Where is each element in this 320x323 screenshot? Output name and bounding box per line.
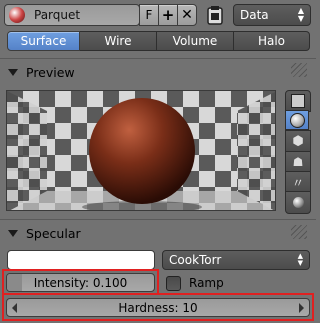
preview-hair-button[interactable]: 〃 bbox=[285, 171, 311, 193]
tab-halo-label: Halo bbox=[257, 34, 286, 48]
tab-volume[interactable]: Volume bbox=[157, 31, 234, 51]
tab-volume-label: Volume bbox=[172, 34, 218, 48]
plus-icon: + bbox=[161, 6, 175, 24]
hardness-field[interactable]: Hardness: 10 bbox=[6, 298, 310, 317]
material-properties-panel: { "header": { "material_name": "Parquet"… bbox=[0, 0, 316, 323]
collapse-triangle-icon bbox=[8, 229, 18, 237]
decrement-arrow-icon[interactable] bbox=[12, 302, 17, 313]
tab-wire[interactable]: Wire bbox=[80, 31, 157, 51]
material-name: Parquet bbox=[34, 8, 81, 22]
data-dropdown[interactable]: Data ▲ ▼ bbox=[233, 4, 311, 26]
intensity-label: Intensity: 0.100 bbox=[33, 275, 128, 290]
preview-sphere-button[interactable] bbox=[285, 110, 309, 130]
tab-wire-label: Wire bbox=[104, 34, 132, 48]
ramp-checkbox[interactable] bbox=[166, 275, 181, 291]
preview-monkey-button[interactable]: ☗ bbox=[285, 151, 311, 173]
paste-material-button[interactable] bbox=[204, 4, 226, 26]
updown-arrows-icon: ▲ ▼ bbox=[297, 6, 304, 23]
updown-arrows-icon: ▲ ▼ bbox=[297, 252, 303, 267]
tab-surface[interactable]: Surface bbox=[7, 31, 80, 51]
specular-panel-header[interactable]: Specular bbox=[8, 224, 308, 242]
material-sphere-icon[interactable] bbox=[9, 7, 25, 23]
ramp-checkbox-row[interactable]: Ramp bbox=[166, 274, 286, 292]
specular-panel-divider bbox=[0, 219, 316, 220]
flat-icon bbox=[291, 94, 305, 108]
material-name-field[interactable]: Parquet bbox=[4, 4, 140, 26]
collapse-triangle-icon bbox=[8, 68, 18, 76]
sphere-on-sky-icon bbox=[292, 197, 304, 208]
specular-color-swatch[interactable] bbox=[7, 250, 155, 270]
specular-shader-label: CookTorr bbox=[169, 253, 222, 267]
hair-icon: 〃 bbox=[291, 175, 304, 190]
preview-flat-button[interactable] bbox=[285, 90, 311, 112]
specular-shader-dropdown[interactable]: CookTorr ▲ ▼ bbox=[162, 250, 310, 270]
tab-halo[interactable]: Halo bbox=[234, 31, 310, 51]
preview-render-image bbox=[7, 91, 275, 210]
preview-render bbox=[6, 90, 276, 211]
preview-panel-divider bbox=[0, 58, 316, 59]
preview-title: Preview bbox=[26, 64, 75, 80]
preview-cube-button[interactable]: ⬢ bbox=[285, 130, 311, 153]
x-icon: ✕ bbox=[181, 7, 193, 23]
preview-panel-header[interactable]: Preview bbox=[8, 63, 308, 81]
add-material-button[interactable]: + bbox=[158, 4, 178, 26]
clipboard-icon bbox=[207, 6, 223, 25]
tab-surface-label: Surface bbox=[20, 34, 67, 48]
drag-handle-icon[interactable] bbox=[291, 225, 307, 239]
monkey-icon: ☗ bbox=[292, 155, 304, 169]
data-dropdown-label: Data bbox=[240, 8, 269, 22]
material-type-tabs: Surface Wire Volume Halo bbox=[7, 31, 310, 51]
preview-sky-button[interactable] bbox=[285, 191, 311, 214]
fake-user-button[interactable]: F bbox=[139, 4, 159, 26]
increment-arrow-icon[interactable] bbox=[299, 302, 304, 313]
sphere-icon bbox=[289, 112, 305, 128]
cube-icon: ⬢ bbox=[292, 134, 304, 149]
unlink-material-button[interactable]: ✕ bbox=[177, 4, 197, 26]
intensity-slider[interactable]: Intensity: 0.100 bbox=[6, 273, 155, 292]
ramp-label: Ramp bbox=[189, 276, 224, 290]
specular-title: Specular bbox=[26, 225, 81, 241]
preview-type-buttons: ⬢ ☗ 〃 bbox=[285, 90, 311, 214]
hardness-label: Hardness: 10 bbox=[118, 300, 198, 315]
drag-handle-icon[interactable] bbox=[291, 63, 307, 77]
fake-user-label: F bbox=[145, 8, 153, 22]
